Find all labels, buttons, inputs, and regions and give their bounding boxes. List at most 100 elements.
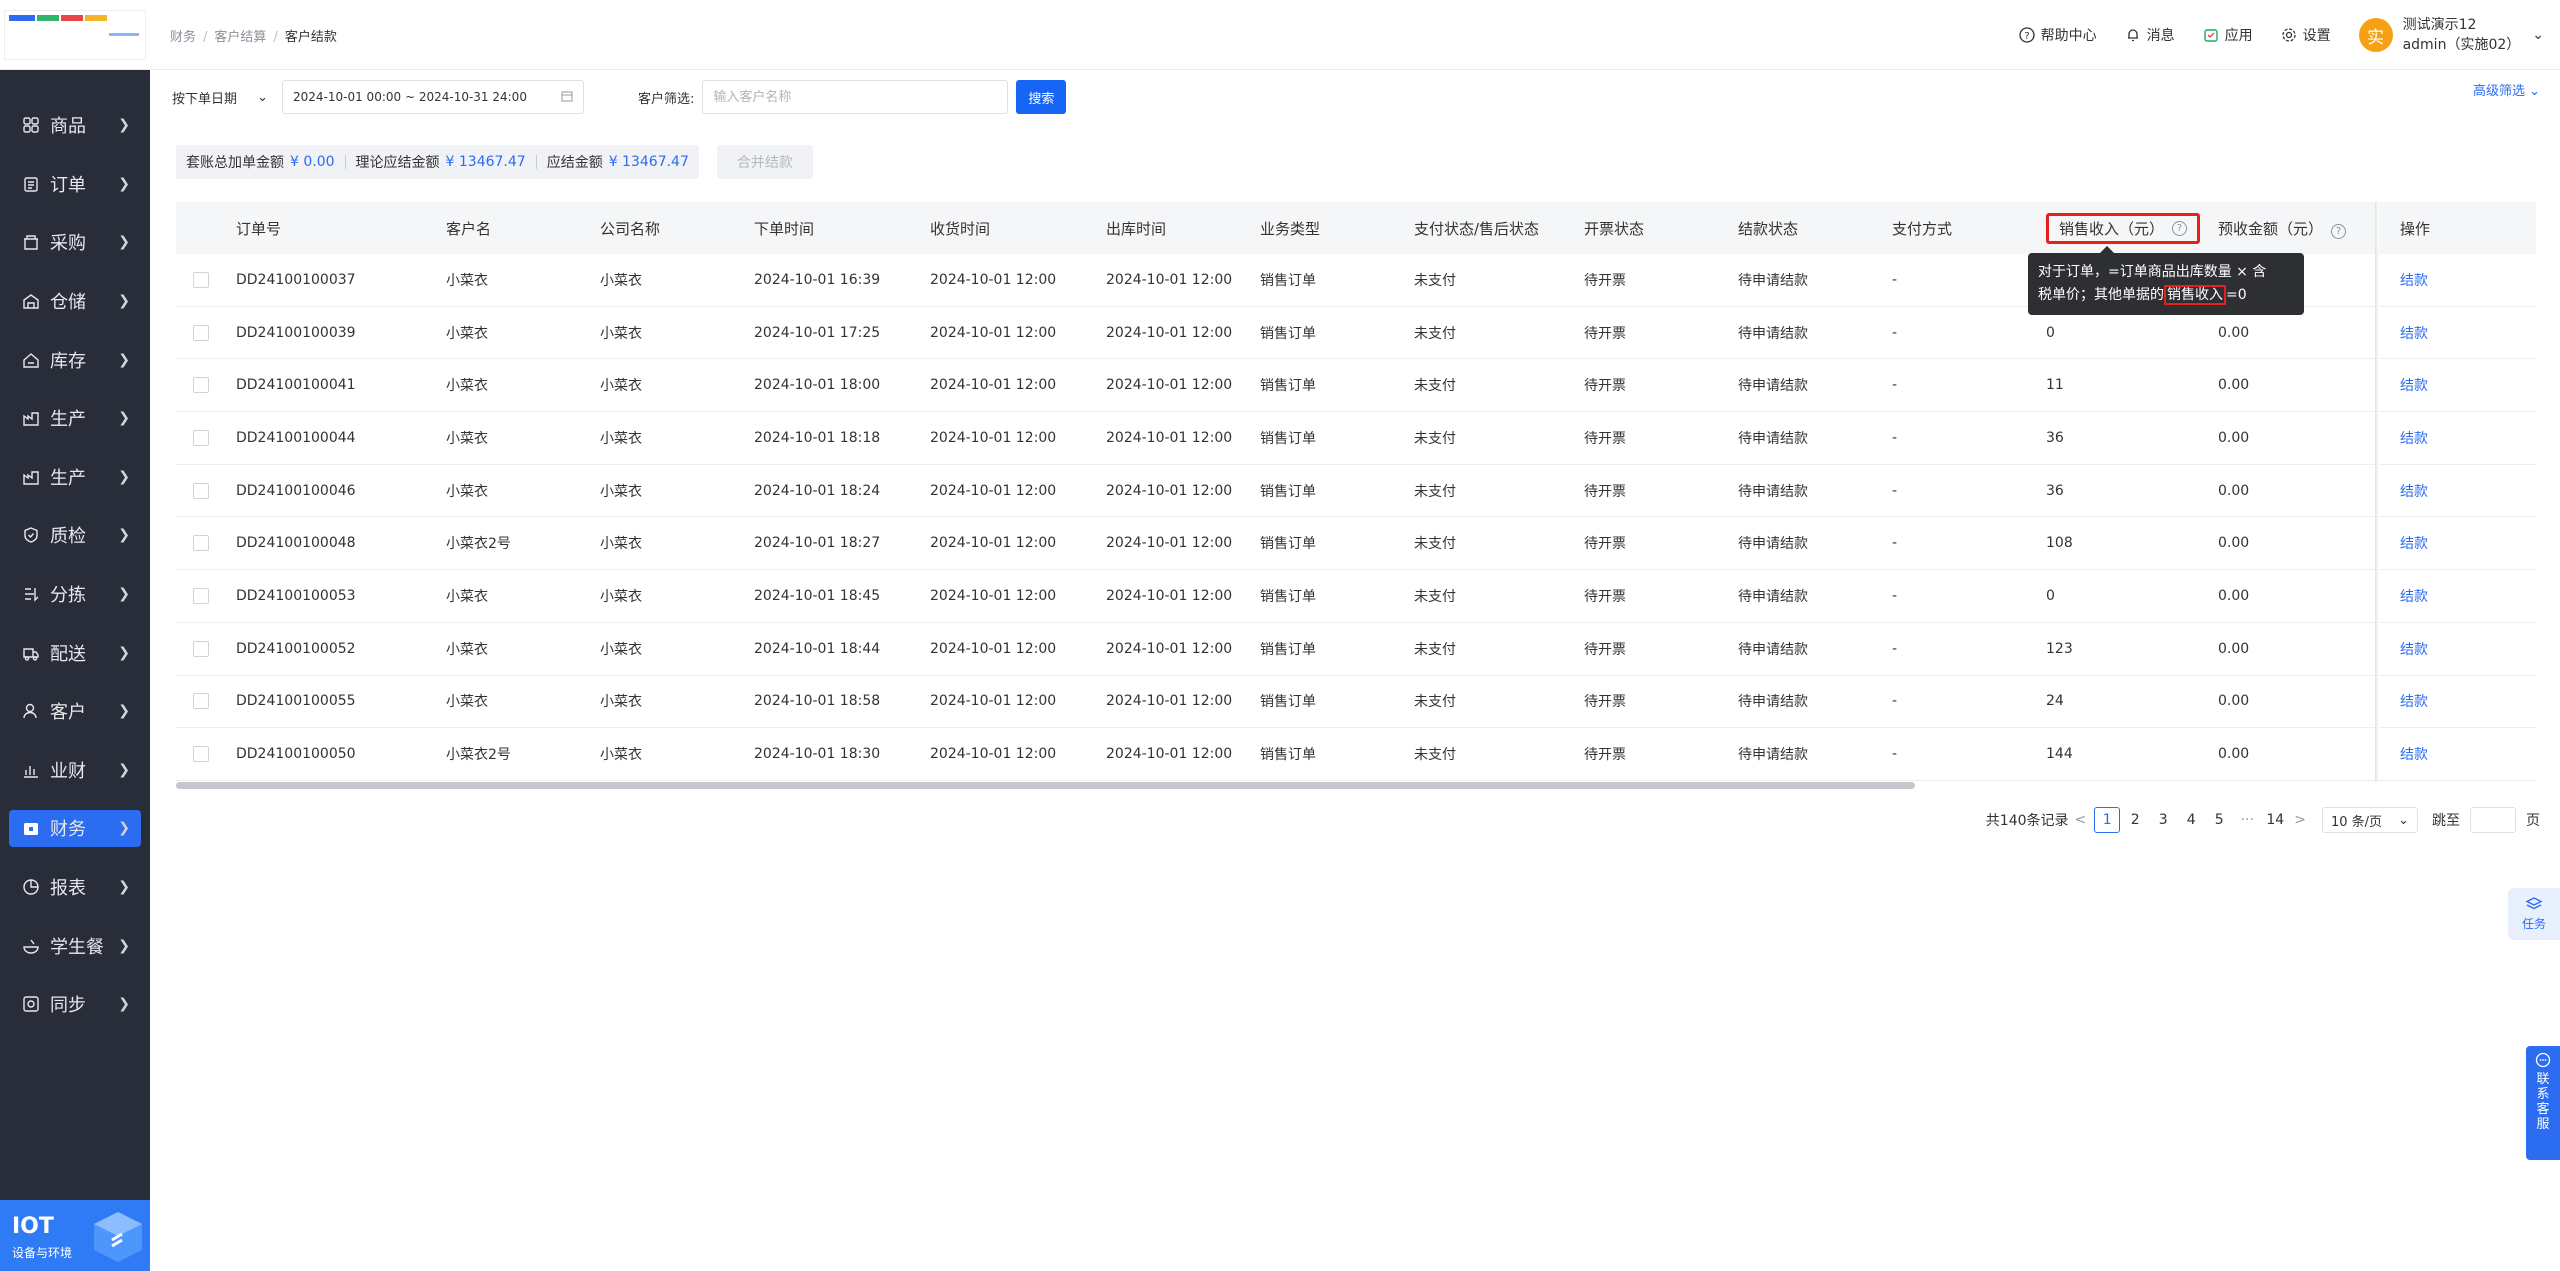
calendar-icon [561,90,573,105]
sidebar-item-8[interactable]: 分拣 ❯ [0,565,150,624]
table-cell: 待申请结款 [1738,586,1892,606]
page-4-button[interactable]: 4 [2178,807,2204,833]
sidebar-item-12[interactable]: 财务 ❯ [0,799,150,858]
sidebar-item-label: 配送 [50,643,86,665]
sidebar-item-0[interactable]: 商品 ❯ [0,96,150,155]
customer-service-widget[interactable]: 联 系 客 服 [2526,1046,2560,1160]
page-ellipsis[interactable]: ··· [2234,807,2260,833]
apps-button[interactable]: 应用 [2203,25,2253,45]
sidebar-item-3[interactable]: 仓储 ❯ [0,272,150,331]
table-cell: DD24100100044 [226,430,446,446]
row-checkbox[interactable] [193,746,209,763]
merge-settlement-button[interactable]: 合并结款 [716,145,813,179]
page-5-button[interactable]: 5 [2206,807,2232,833]
page-size-select[interactable]: 10 条/页 ⌄ [2322,807,2418,833]
settle-link[interactable]: 结款 [2400,642,2428,658]
date-type-select[interactable]: 按下单日期 ⌄ [172,80,278,114]
settle-link[interactable]: 结款 [2400,484,2428,500]
date-range-value: 2024-10-01 00:00 ~ 2024-10-31 24:00 [293,90,527,104]
table-cell: 小菜衣 [600,323,754,343]
page-2-button[interactable]: 2 [2122,807,2148,833]
table-row[interactable]: DD24100100048 小菜衣2号 小菜衣 2024-10-01 18:27 202… [176,517,2536,571]
cell-value: 2024-10-01 12:00 [930,640,1057,657]
row-checkbox[interactable] [193,271,209,288]
sidebar-item-11[interactable]: 业财 ❯ [0,741,150,800]
table-row[interactable]: DD24100100053 小菜衣 小菜衣 2024-10-01 18:45 2024-… [176,570,2536,623]
row-checkbox[interactable] [193,377,209,394]
help-center-label: 帮助中心 [2040,28,2097,44]
page-last-button[interactable]: 14 [2262,807,2288,833]
sidebar-item-4[interactable]: 库存 ❯ [0,330,150,389]
messages-button[interactable]: 消息 [2125,25,2175,45]
column-header: 开票状态 [1584,218,1738,239]
settle-link[interactable]: 结款 [2400,694,2428,710]
settings-button[interactable]: 设置 [2281,25,2331,45]
cell-value: 0.00 [2218,377,2250,394]
row-checkbox[interactable] [193,429,209,446]
cell-value: 待开票 [1584,694,1626,711]
question-circle-icon[interactable]: ? [2172,220,2188,236]
table-cell: 小菜衣 [446,428,600,448]
cell-value: 小菜衣2号 [446,536,511,553]
sidebar-item-13[interactable]: 报表 ❯ [0,858,150,917]
breadcrumb-item[interactable]: 客户结算 [214,30,266,45]
date-range-picker[interactable]: 2024-10-01 00:00 ~ 2024-10-31 24:00 [282,80,584,114]
table-cell: 2024-10-01 12:00 [1106,535,1260,551]
next-page-button[interactable]: > [2294,812,2306,828]
sidebar-item-9[interactable]: 配送 ❯ [0,623,150,682]
sidebar-item-2[interactable]: 采购 ❯ [0,213,150,272]
horizontal-scrollbar[interactable] [176,782,1915,789]
table-row[interactable]: DD24100100044 小菜衣 小菜衣 2024-10-01 18:18 2024-… [176,412,2536,465]
table-cell: 待开票 [1584,744,1738,764]
settle-link[interactable]: 结款 [2400,273,2428,289]
row-checkbox[interactable] [193,693,209,710]
help-center-button[interactable]: ? 帮助中心 [2018,25,2097,45]
chevron-down-icon: ⌄ [2529,84,2540,99]
table-row[interactable]: DD24100100055 小菜衣 小菜衣 2024-10-01 18:58 2024-… [176,676,2536,729]
row-checkbox[interactable] [193,482,209,499]
row-checkbox-cell [176,429,226,446]
user-menu[interactable]: 实 测试演示12 admin（实施02） ⌄ [2358,15,2544,55]
settle-link[interactable]: 结款 [2400,326,2428,342]
sidebar-item-15[interactable]: 同步 ❯ [0,975,150,1034]
table-cell: 11 [2046,377,2218,393]
cell-value: 2024-10-01 12:00 [1106,324,1233,341]
row-checkbox[interactable] [193,535,209,552]
table-cell: 未支付 [1414,586,1584,606]
settle-link[interactable]: 结款 [2400,431,2428,447]
settle-link[interactable]: 结款 [2400,589,2428,605]
column-header: 客户名 [446,218,600,239]
table-row[interactable]: DD24100100050 小菜衣2号 小菜衣 2024-10-01 18:30 202… [176,728,2536,781]
table-row[interactable]: DD24100100041 小菜衣 小菜衣 2024-10-01 18:00 2024-… [176,359,2536,413]
page-1-button[interactable]: 1 [2094,807,2121,833]
advanced-filter-toggle[interactable]: 高级筛选 ⌄ [2473,80,2540,99]
table-row[interactable]: DD24100100052 小菜衣 小菜衣 2024-10-01 18:44 2024-… [176,623,2536,676]
sidebar-item-10[interactable]: 客户 ❯ [0,682,150,741]
row-checkbox[interactable] [193,587,209,604]
question-circle-icon[interactable]: ? [2331,223,2347,239]
sidebar-item-6[interactable]: 生产 ❯ [0,448,150,507]
settle-link[interactable]: 结款 [2400,747,2428,763]
sidebar-item-5[interactable]: 生产 ❯ [0,389,150,448]
prev-page-button[interactable]: < [2075,812,2087,828]
breadcrumb-item[interactable]: 财务 [170,30,196,45]
sidebar-item-1[interactable]: 订单 ❯ [0,155,150,214]
table-cell: 2024-10-01 17:25 [754,325,930,341]
chart-icon [22,761,40,779]
jump-page-input[interactable] [2470,807,2516,833]
task-widget[interactable]: 任务 [2508,888,2560,940]
table-cell: 2024-10-01 12:00 [1106,377,1260,393]
cell-value: 销售订单 [1260,588,1316,605]
settle-link[interactable]: 结款 [2400,536,2428,552]
customer-search-input[interactable] [702,80,1009,114]
row-checkbox[interactable] [193,324,209,341]
sidebar-item-7[interactable]: 质检 ❯ [0,506,150,565]
settle-link[interactable]: 结款 [2400,378,2428,394]
page-3-button[interactable]: 3 [2150,807,2176,833]
table-row[interactable]: DD24100100046 小菜衣 小菜衣 2024-10-01 18:24 2024-… [176,465,2536,518]
search-button[interactable]: 搜索 [1016,80,1067,114]
sidebar-item-14[interactable]: 学生餐 ❯ [0,916,150,975]
iot-banner[interactable]: IOT 设备与环境 [0,1200,150,1271]
row-checkbox[interactable] [193,640,209,657]
cell-value: 待申请结款 [1738,325,1808,342]
